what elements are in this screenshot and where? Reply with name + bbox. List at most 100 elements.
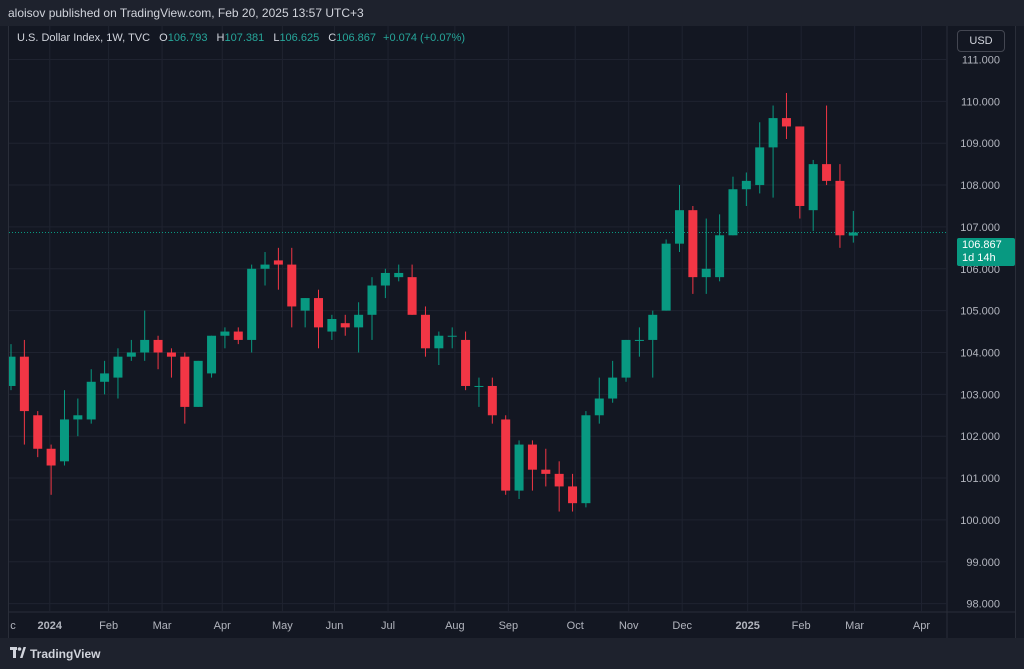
candle-body (153, 339, 163, 353)
x-tick-label: Nov (619, 620, 639, 632)
last-price-tag: 106.867 1d 14h (957, 238, 1015, 266)
candle-body (380, 272, 390, 286)
y-tick-label: 99.000 (966, 557, 1000, 569)
symbol-legend: U.S. Dollar Index, 1W, TVC O106.793 H107… (17, 32, 465, 44)
candle-body (581, 415, 591, 504)
candle-body (715, 235, 725, 278)
candle-body (648, 314, 658, 340)
candle-body (126, 352, 136, 357)
candle-body (608, 377, 618, 399)
x-tick-label: Mar (845, 620, 864, 632)
x-tick-label: Feb (792, 620, 811, 632)
candle-body (594, 398, 604, 416)
x-tick-label: Jul (381, 620, 395, 632)
candle-body (822, 164, 832, 181)
candle-body (233, 331, 243, 340)
candle-body (327, 319, 337, 332)
x-tick-label: Jun (326, 620, 344, 632)
y-tick-label: 101.000 (960, 473, 1000, 485)
candle-body (247, 268, 257, 340)
low-value: 106.625 (279, 32, 320, 44)
high-value: 107.381 (224, 32, 265, 44)
candle-body (273, 260, 283, 265)
y-tick-label: 104.000 (960, 347, 1000, 359)
y-tick-label: 110.000 (961, 96, 1000, 108)
candle-body (100, 373, 110, 382)
candle-body (701, 268, 711, 278)
candle-body (420, 314, 430, 349)
candle-body (207, 335, 217, 374)
candle-body (46, 448, 56, 466)
candle-body (394, 272, 404, 278)
y-tick-label: 108.000 (960, 180, 1000, 192)
candle-body (59, 419, 69, 462)
candle-body (407, 277, 417, 315)
candle-body (848, 232, 858, 236)
y-tick-label: 107.000 (960, 222, 1000, 234)
candle-body (260, 264, 270, 269)
publish-bar: aloisov published on TradingView.com, Fe… (0, 0, 1024, 26)
x-tick-label: Dec (672, 620, 692, 632)
open-label: O (159, 32, 168, 44)
footer-bar: TradingView (0, 638, 1024, 669)
candle-body (166, 352, 176, 357)
candle-body (634, 339, 644, 341)
close-value: 106.867 (336, 32, 376, 44)
candle-body (354, 314, 364, 328)
published-text: aloisov published on TradingView.com, Fe… (8, 6, 364, 20)
candle-body (340, 323, 350, 328)
candle-body (728, 189, 738, 236)
candle-body (795, 126, 805, 206)
chart-panel[interactable]: 98.000 99.000 100.000 101.000 102.000 103.000… (8, 26, 1016, 638)
bar-countdown: 1d 14h (962, 252, 996, 264)
candlestick-chart[interactable]: 98.000 99.000 100.000 101.000 102.000 103.000… (9, 26, 1015, 638)
candle-body (113, 356, 123, 378)
candle-body (33, 415, 43, 449)
last-price-value: 106.867 (962, 239, 1002, 251)
candle-body (434, 335, 444, 349)
x-tick-label: May (272, 620, 293, 632)
candle-body (541, 469, 551, 474)
candle-body (73, 415, 83, 420)
x-tick-label: Feb (99, 620, 118, 632)
candle-body (220, 331, 230, 336)
candle-body (314, 298, 324, 328)
change-value: +0.074 (+0.07%) (383, 32, 465, 44)
candle-body (661, 243, 671, 311)
candle-body (193, 360, 203, 407)
footer-brand: TradingView (30, 647, 101, 661)
candle-body (568, 486, 578, 504)
x-tick-label: Apr (913, 620, 930, 632)
y-tick-label: 102.000 (960, 431, 1000, 443)
candle-body (621, 339, 631, 378)
y-tick-label: 111.000 (962, 54, 1000, 66)
candle-body (835, 180, 845, 236)
x-tick-label: Apr (214, 620, 231, 632)
candle-body (755, 147, 765, 186)
y-tick-label: 100.000 (960, 515, 1000, 527)
candle-body (688, 210, 698, 278)
y-tick-label: 105.000 (960, 306, 1000, 318)
y-tick-label: 103.000 (960, 389, 1000, 401)
x-tick-label: 2025 (735, 620, 759, 632)
candle-body (527, 444, 537, 470)
currency-button[interactable]: USD (957, 30, 1005, 52)
candle-body (781, 118, 791, 127)
candle-body (514, 444, 524, 491)
candle-body (287, 264, 297, 307)
x-tick-label: Aug (445, 620, 465, 632)
candle-body (741, 180, 751, 190)
x-tick-label: 2024 (38, 620, 63, 632)
candle-body (554, 473, 564, 487)
candle-body (86, 381, 96, 420)
symbol-name: U.S. Dollar Index, 1W, TVC (17, 32, 151, 44)
candle-body (501, 419, 511, 491)
tradingview-logo-icon (10, 647, 26, 658)
y-tick-label: 109.000 (960, 138, 1000, 150)
y-tick-label: 98.000 (966, 599, 1000, 611)
candle-body (461, 339, 471, 386)
candle-body (300, 298, 310, 311)
open-value: 106.793 (167, 32, 208, 44)
candle-body (140, 339, 150, 353)
candle-body (808, 164, 818, 211)
